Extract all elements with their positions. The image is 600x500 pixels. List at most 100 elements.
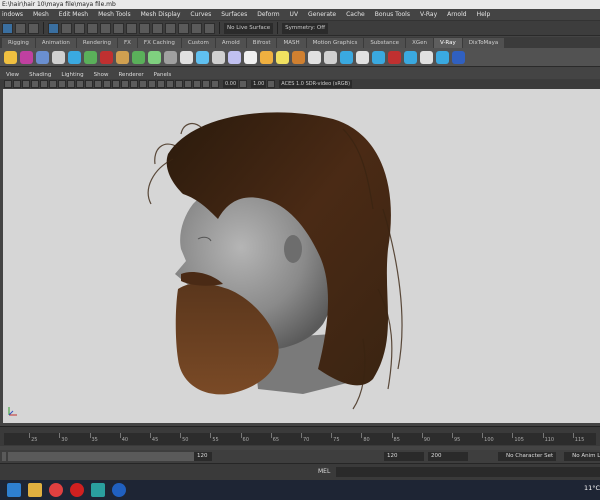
wireframe-icon[interactable]: [94, 80, 102, 88]
motion-blur-icon[interactable]: [148, 80, 156, 88]
menu-arnold[interactable]: Arnold: [447, 11, 466, 18]
vray-ies-light-icon[interactable]: [228, 50, 241, 64]
vray-light-icon[interactable]: [4, 50, 17, 64]
opera-icon[interactable]: [70, 483, 84, 497]
vray-render-icon[interactable]: [20, 50, 33, 64]
vray-cloud-icon[interactable]: [372, 50, 385, 64]
render-settings-icon[interactable]: [165, 22, 176, 34]
vray-scene-icon[interactable]: [148, 50, 161, 64]
exposure-field[interactable]: 0.00: [223, 80, 239, 88]
tab-xgen[interactable]: XGen: [406, 38, 433, 48]
tab-fx[interactable]: FX: [117, 38, 137, 48]
vray-checker-icon[interactable]: [356, 50, 369, 64]
xray-components-icon[interactable]: [202, 80, 210, 88]
tab-substance[interactable]: Substance: [364, 38, 406, 48]
vray-proxy-icon[interactable]: [100, 50, 113, 64]
tab-rigging[interactable]: Rigging: [2, 38, 35, 48]
shadows-icon[interactable]: [130, 80, 138, 88]
windows-start-icon[interactable]: [7, 483, 21, 497]
panel-menu-panels[interactable]: Panels: [154, 72, 172, 78]
vray-sun-icon[interactable]: [244, 50, 257, 64]
view-transform-dropdown[interactable]: ACES 1.0 SDR-video (sRGB): [279, 80, 353, 88]
anim-end-field[interactable]: 120: [384, 452, 424, 461]
exposure-icon[interactable]: [211, 80, 219, 88]
snap-point-icon[interactable]: [74, 22, 85, 34]
vray-volume-icon[interactable]: [324, 50, 337, 64]
vray-omni-icon[interactable]: [276, 50, 289, 64]
gate-mask-icon[interactable]: [58, 80, 66, 88]
color-management-icon[interactable]: [267, 80, 276, 88]
file-explorer-icon[interactable]: [28, 483, 42, 497]
menu-curves[interactable]: Curves: [190, 11, 211, 18]
safe-title-icon[interactable]: [85, 80, 93, 88]
anim-max-field[interactable]: 200: [428, 452, 468, 461]
menu-mesh-tools[interactable]: Mesh Tools: [98, 11, 130, 18]
panel-menu-renderer[interactable]: Renderer: [118, 72, 143, 78]
panel-menu-shading[interactable]: Shading: [29, 72, 51, 78]
menu-mesh-display[interactable]: Mesh Display: [141, 11, 181, 18]
textured-icon[interactable]: [112, 80, 120, 88]
panel-menu-lighting[interactable]: Lighting: [61, 72, 83, 78]
snap-view-plane-icon[interactable]: [87, 22, 98, 34]
range-start-handle[interactable]: [2, 452, 6, 461]
vray-ipr-icon[interactable]: [68, 50, 81, 64]
film-gate-icon[interactable]: [40, 80, 48, 88]
safe-action-icon[interactable]: [76, 80, 84, 88]
select-by-component-icon[interactable]: [28, 22, 39, 34]
bookmark-icon[interactable]: [13, 80, 21, 88]
perspective-viewport[interactable]: [3, 89, 600, 423]
tab-mash[interactable]: MASH: [277, 38, 306, 48]
gamma-icon[interactable]: [239, 80, 248, 88]
select-by-object-icon[interactable]: [15, 22, 26, 34]
history-icon[interactable]: [113, 22, 124, 34]
input-ops-icon[interactable]: [126, 22, 137, 34]
vray-scan-icon[interactable]: [388, 50, 401, 64]
time-slider-track[interactable]: 25 30 35 40 45 50 55 60 65 70 75 80 85 90 95 100 105 110 1…: [4, 433, 596, 445]
vray-camera-icon[interactable]: [292, 50, 305, 64]
use-all-lights-icon[interactable]: [121, 80, 129, 88]
xray-icon[interactable]: [184, 80, 192, 88]
field-chart-icon[interactable]: [67, 80, 75, 88]
chrome-icon[interactable]: [49, 483, 63, 497]
vray-sphere-light-icon[interactable]: [196, 50, 209, 64]
select-by-hierarchy-icon[interactable]: [2, 22, 13, 34]
live-surface-field[interactable]: No Live Surface: [224, 22, 274, 34]
vray-environment-icon[interactable]: [308, 50, 321, 64]
panel-menu-view[interactable]: View: [6, 72, 19, 78]
vray-target-icon[interactable]: [420, 50, 433, 64]
menu-deform[interactable]: Deform: [257, 11, 279, 18]
vray-uv-icon[interactable]: [404, 50, 417, 64]
vray-dome-light-icon[interactable]: [180, 50, 193, 64]
time-slider[interactable]: 25 30 35 40 45 50 55 60 65 70 75 80 85 90 95 100 105 110 1…: [0, 426, 600, 446]
render-current-icon[interactable]: [178, 22, 189, 34]
output-ops-icon[interactable]: [139, 22, 150, 34]
menu-windows[interactable]: indows: [2, 11, 23, 18]
character-set-dropdown[interactable]: No Character Set: [498, 452, 557, 461]
snap-live-icon[interactable]: [100, 22, 111, 34]
range-end-field[interactable]: 120: [194, 452, 212, 461]
render-view-icon[interactable]: [204, 22, 215, 34]
symmetry-dropdown[interactable]: Symmetry: Off: [282, 22, 329, 34]
snap-grid-icon[interactable]: [48, 22, 59, 34]
camera-attributes-icon[interactable]: [4, 80, 12, 88]
gamma-field[interactable]: 1.00: [251, 80, 267, 88]
image-plane-icon[interactable]: [22, 80, 30, 88]
menu-bonus-tools[interactable]: Bonus Tools: [375, 11, 410, 18]
menu-vray[interactable]: V-Ray: [420, 11, 437, 18]
smooth-shade-icon[interactable]: [103, 80, 111, 88]
grid-toggle-icon[interactable]: [31, 80, 39, 88]
vray-denoise-icon[interactable]: [436, 50, 449, 64]
panel-menu-show[interactable]: Show: [94, 72, 109, 78]
vray-material-icon[interactable]: [84, 50, 97, 64]
tab-arnold[interactable]: Arnold: [215, 38, 246, 48]
vray-vrscene-icon[interactable]: [340, 50, 353, 64]
tab-bifrost[interactable]: Bifrost: [246, 38, 277, 48]
menu-uv[interactable]: UV: [290, 11, 299, 18]
mel-input[interactable]: [336, 467, 600, 477]
menu-generate[interactable]: Generate: [308, 11, 336, 18]
menu-cache[interactable]: Cache: [346, 11, 365, 18]
anim-layer-dropdown[interactable]: No Anim Layer: [564, 452, 600, 461]
menu-mesh[interactable]: Mesh: [33, 11, 49, 18]
tab-custom[interactable]: Custom: [181, 38, 215, 48]
vray-frame-buffer-icon[interactable]: [52, 50, 65, 64]
